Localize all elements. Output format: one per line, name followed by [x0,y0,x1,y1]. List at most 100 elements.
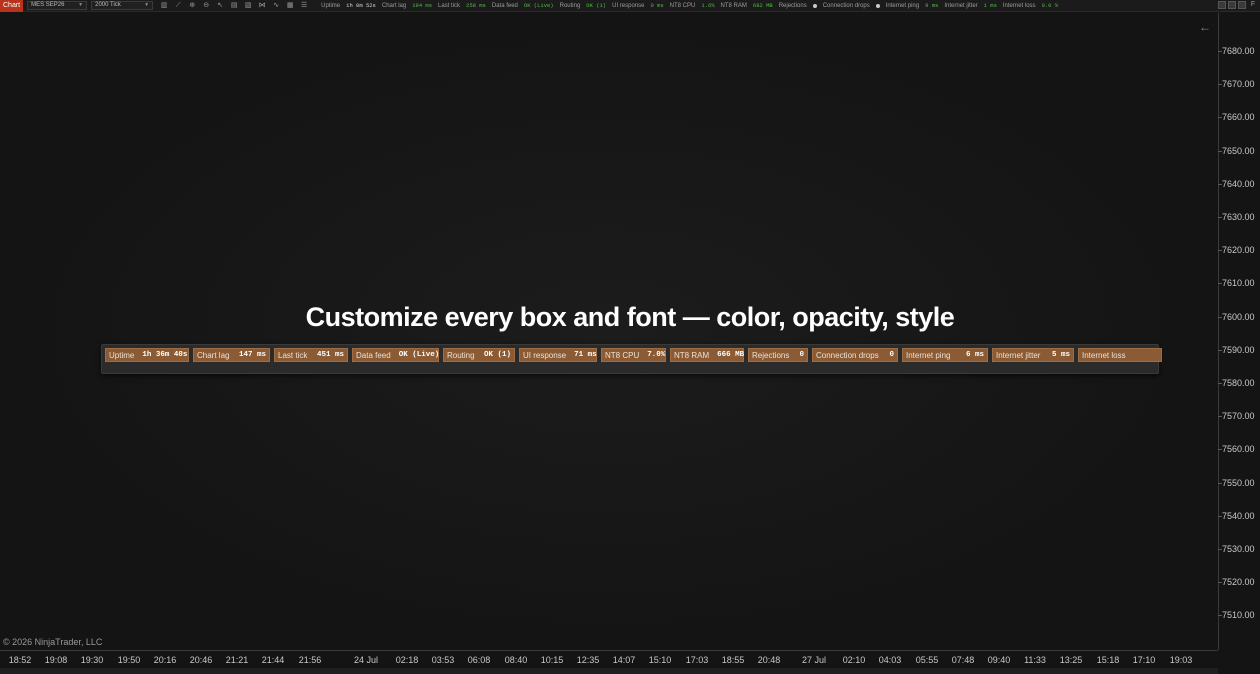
metric-value: 0 [889,351,894,359]
time-label: 21:56 [298,655,322,665]
metric-box[interactable]: Uptime 1h 36m 40s [105,348,189,362]
status-label: Connection drops [822,2,870,9]
time-label: 21:44 [261,655,285,665]
price-label: 7640.00 [1222,178,1255,189]
data-box-icon[interactable]: ▤ [227,1,241,11]
properties-icon[interactable]: ▦ [283,1,297,11]
status-label: Internet loss [1002,2,1036,9]
draw-line-icon[interactable]: ⟋ [171,1,185,11]
metric-value: 147 ms [238,351,266,359]
metric-box[interactable]: UI response 71 ms [519,348,597,362]
time-label: 18:52 [8,655,32,665]
price-label: 7520.00 [1222,577,1255,588]
status-value: 194 ms [412,2,433,9]
time-label: 17:10 [1132,655,1156,665]
price-label: 7530.00 [1222,544,1255,554]
status-dot-icon [875,3,880,8]
status-label: Internet ping [885,2,920,9]
status-value: 0.0 % [1041,2,1059,9]
metric-box[interactable]: Last tick 451 ms [274,348,348,362]
metric-value: 666 MB [717,351,745,359]
time-axis[interactable] [0,650,1218,651]
time-label: 20:48 [757,655,781,665]
time-label: 09:40 [987,655,1011,665]
status-value: 682 MB [752,2,773,9]
list-icon[interactable]: ☰ [297,1,311,11]
price-label: 7560.00 [1222,444,1255,455]
status-label: Last tick [438,2,461,9]
metric-box[interactable]: Chart lag 147 ms [193,348,270,362]
window-controls: F [1218,1,1258,9]
metric-box[interactable]: Internet jitter 5 ms [992,348,1074,362]
metric-label: Uptime [109,350,135,360]
metric-label: Last tick [278,350,308,360]
time-label: 24 Jul [353,655,379,665]
status-label: Routing [559,2,581,9]
interval-selector[interactable]: 2000 Tick ▼ [91,1,154,10]
horizontal-scrollbar[interactable] [0,668,1218,674]
arrow-left-icon[interactable]: ← [1199,20,1211,34]
time-label: 10:15 [540,655,564,665]
metric-box[interactable]: NT8 RAM 666 MB [670,348,744,362]
price-label: 7510.00 [1222,610,1255,621]
instrument-selector[interactable]: MES SEP26 ▼ [27,1,88,10]
time-label: 20:46 [189,655,213,665]
pointer-icon[interactable]: ↖ [213,1,227,11]
status-value: 258 ms [466,2,486,9]
strategies-icon[interactable]: ⋈ [255,1,269,11]
status-dot-icon [812,3,817,8]
tile-icon[interactable] [1228,1,1236,9]
metric-label: Connection drops [816,350,879,360]
float-button[interactable]: F [1248,1,1258,9]
price-label: 7540.00 [1222,510,1255,521]
tile-icon[interactable] [1238,1,1246,9]
metric-box[interactable]: Rejections 0 [748,348,808,362]
metric-label: Data feed [356,350,391,360]
metric-box[interactable]: Routing OK (1) [443,348,515,362]
tile-icon[interactable] [1218,1,1226,9]
time-label: 15:18 [1096,655,1120,665]
status-value: 1h 0m 52s [346,2,376,9]
copyright-notice: © 2026 NinjaTrader, LLC [3,637,103,647]
indicators-icon[interactable]: ∿ [269,1,283,11]
metric-box[interactable]: Internet loss [1078,348,1162,362]
price-label: 7610.00 [1222,278,1255,289]
time-label: 17:03 [685,655,709,665]
templates-icon[interactable]: ▧ [241,1,255,11]
chevron-down-icon: ▼ [144,2,150,8]
bars-icon[interactable]: ▥ [157,1,171,11]
metric-box[interactable]: Internet ping 6 ms [902,348,988,362]
metric-value: OK (Live) [398,351,440,359]
time-label: 14:07 [612,655,636,665]
price-label: 7590.00 [1222,344,1255,355]
metric-value: 0 [799,351,804,359]
metrics-bar[interactable]: Uptime 1h 36m 40s Chart lag 147 ms Last tick… [101,344,1162,374]
price-label: 7550.00 [1222,477,1255,488]
price-label: 7620.00 [1222,245,1255,256]
status-label: Chart lag [381,2,407,9]
metric-box[interactable]: Data feed OK (Live) [352,348,439,362]
time-label: 12:35 [576,655,600,665]
price-label: 7570.00 [1222,411,1255,422]
zoom-out-icon[interactable]: ⊖ [199,1,213,11]
metric-label: Rejections [752,350,790,360]
zoom-in-icon[interactable]: ⊕ [185,1,199,11]
time-label: 13:25 [1059,655,1083,665]
time-label: 19:03 [1169,655,1193,665]
time-label: 02:10 [842,655,866,665]
metric-box[interactable]: NT8 CPU 7.0% [601,348,666,362]
time-label: 15:10 [648,655,672,665]
status-label: Uptime [321,2,341,9]
status-value: 1 ms [983,2,997,9]
time-label: 19:08 [44,655,68,665]
chart-toolbar: Chart MES SEP26 ▼ 2000 Tick ▼ ▥ ⟋ ⊕ ⊖ ↖ ▤ ▧ ⋈ ∿ ▦… [0,0,1260,12]
chart-tab[interactable]: Chart [0,0,24,12]
time-label: 18:55 [721,655,745,665]
interval-value: 2000 Tick [95,2,121,8]
time-label: 06:08 [467,655,491,665]
metric-box[interactable]: Connection drops 0 [812,348,898,362]
status-value: OK (Live) [523,2,554,9]
price-label: 7650.00 [1222,145,1255,156]
metric-label: Internet loss [1082,350,1126,360]
metric-label: Chart lag [197,350,230,360]
